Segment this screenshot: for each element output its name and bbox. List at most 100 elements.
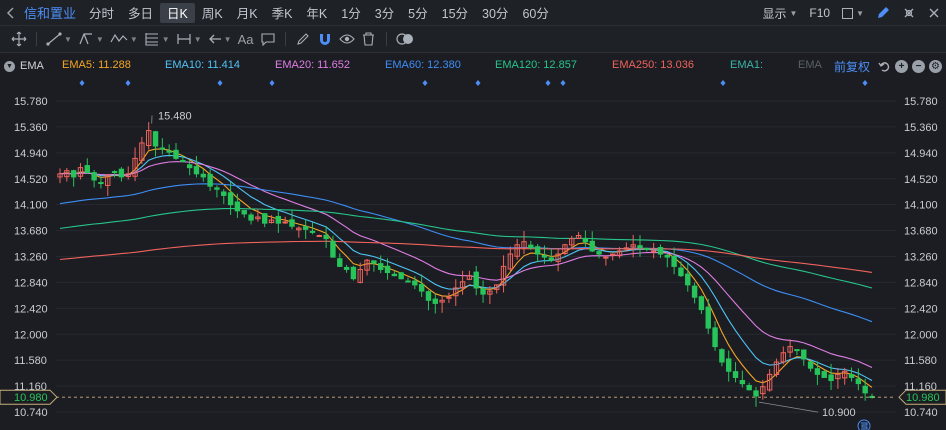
wave-tool[interactable]: ▼ <box>107 26 141 53</box>
period-tab[interactable]: 3分 <box>368 3 401 23</box>
legend-controls: 前复权 + − ⚙ <box>834 55 946 77</box>
fibonacci-tool[interactable]: ▼ <box>141 26 173 53</box>
candle-body <box>548 257 554 261</box>
candle-body <box>671 255 677 267</box>
pen-icon <box>878 7 889 18</box>
period-tab[interactable]: 5分 <box>401 3 434 23</box>
candle-body <box>534 246 541 255</box>
y-tick-label: 15.360 <box>904 122 938 134</box>
y-tick-label: 11.160 <box>904 381 937 393</box>
y-tick-label: 11.160 <box>14 381 47 393</box>
toggle-tool[interactable] <box>393 26 417 53</box>
add-indicator-icon[interactable]: + <box>895 59 908 73</box>
layout-toggle[interactable]: ▼ <box>836 0 870 26</box>
ema-line <box>59 161 873 369</box>
candle-body <box>691 285 698 298</box>
close-button[interactable] <box>922 0 946 26</box>
close-icon <box>929 8 939 18</box>
candle-body <box>746 384 752 391</box>
candle-body <box>378 263 384 270</box>
event-marker <box>475 80 481 86</box>
arrow-left-icon <box>208 34 221 44</box>
chevron-down-icon: ▼ <box>129 34 138 44</box>
period-tab[interactable]: 15分 <box>435 3 475 23</box>
period-tab[interactable]: 分时 <box>82 3 121 23</box>
candle-body <box>118 168 125 178</box>
trash-icon <box>363 32 375 46</box>
chevron-down-icon: ▼ <box>789 8 798 18</box>
line-tool[interactable]: ▼ <box>43 26 75 53</box>
candle-body <box>596 251 602 255</box>
remove-indicator-icon[interactable]: − <box>912 59 925 73</box>
y-tick-label: 15.780 <box>904 96 938 108</box>
display-menu[interactable]: 显示 ▼ <box>756 0 803 26</box>
candle-body <box>828 374 834 382</box>
candle-body <box>316 235 322 238</box>
visibility-tool[interactable] <box>336 26 358 53</box>
marker-row <box>79 80 868 86</box>
candle-body <box>446 296 452 299</box>
candle-body <box>91 172 97 181</box>
event-marker <box>560 80 566 86</box>
y-tick-label: 12.840 <box>14 277 48 289</box>
period-tab[interactable]: 季K <box>265 3 300 23</box>
candle-body <box>753 390 759 397</box>
y-tick-label: 11.580 <box>904 355 937 367</box>
price-adjust-button[interactable]: 前复权 <box>834 58 878 75</box>
magnet-tool[interactable] <box>314 26 336 53</box>
candle-body <box>173 149 179 159</box>
chevron-left-icon[interactable] <box>0 0 22 26</box>
topbar-right: 显示 ▼ F10 ▼ <box>756 0 946 26</box>
candle-body <box>650 250 657 253</box>
y-tick-label: 11.580 <box>14 355 47 367</box>
range-icon <box>177 34 191 44</box>
chevron-down-icon: ▼ <box>64 34 72 44</box>
text-tool[interactable]: Aa <box>235 26 257 53</box>
candlestick-chart[interactable]: 15.480 10.900 10.980 10.980 15.780 15.360 14.… <box>0 77 946 430</box>
period-tab[interactable]: 年K <box>299 3 334 23</box>
chevron-down-icon: ▼ <box>4 60 15 72</box>
settings-button[interactable] <box>896 0 922 26</box>
period-tab[interactable]: 多日 <box>121 3 160 23</box>
indicator-selector[interactable]: ▼ EMA <box>0 60 56 72</box>
y-tick-label: 10.740 <box>14 407 48 419</box>
period-tab[interactable]: 30分 <box>475 3 515 23</box>
indicator-settings-icon[interactable]: ⚙ <box>929 59 942 73</box>
high-annotation: 15.480 <box>158 111 192 123</box>
period-tab[interactable]: 60分 <box>515 3 555 23</box>
event-marker <box>720 80 726 86</box>
candle-body <box>541 254 548 258</box>
crosshair-move-tool[interactable] <box>8 26 30 53</box>
ema-extra-value: EMA <box>798 59 822 71</box>
y-tick-label: 12.000 <box>904 329 938 341</box>
candle-body <box>309 230 316 233</box>
candle-body <box>227 192 234 206</box>
comment-tool[interactable] <box>257 26 279 53</box>
pen-button[interactable] <box>870 0 896 26</box>
f10-button[interactable]: F10 <box>803 0 836 26</box>
y-axis-right: 15.780 15.360 14.940 14.520 14.100 13.680 13.2… <box>904 96 938 419</box>
delete-tool[interactable] <box>358 26 380 53</box>
candle-body <box>603 256 609 259</box>
period-tab[interactable]: 1分 <box>334 3 367 23</box>
undo-icon[interactable] <box>878 60 891 73</box>
candle-body <box>473 271 479 289</box>
arrow-tool[interactable]: ▼ <box>205 26 235 53</box>
event-marker <box>545 80 551 86</box>
stock-name[interactable]: 信和置业 <box>22 3 82 22</box>
candle-body <box>98 182 104 185</box>
period-tab[interactable]: 月K <box>230 3 265 23</box>
candle-body <box>289 219 295 227</box>
period-tab[interactable]: 周K <box>195 3 230 23</box>
candle-body <box>719 349 725 363</box>
eraser-tool[interactable] <box>292 26 314 53</box>
candle-body <box>152 131 159 147</box>
range-tool[interactable]: ▼ <box>173 26 205 53</box>
y-tick-label: 14.520 <box>14 174 48 186</box>
period-tab[interactable]: 日K <box>160 2 195 23</box>
indicator-title: EMA <box>20 60 44 72</box>
chevron-down-icon: ▼ <box>193 34 202 44</box>
y-tick-label: 15.360 <box>14 122 48 134</box>
channel-tool[interactable]: ▼ <box>75 26 107 53</box>
candle-body <box>664 254 670 258</box>
